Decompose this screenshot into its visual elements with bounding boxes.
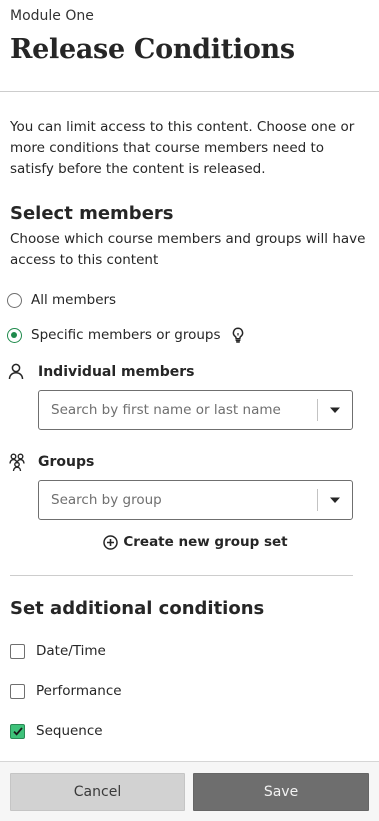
conditions-list: Date/Time Performance Sequence [10,641,369,741]
individual-members-search[interactable]: Search by first name or last name [38,390,353,430]
select-members-heading: Select members [10,203,174,224]
section-divider [10,575,353,576]
cancel-button[interactable]: Cancel [10,772,185,811]
condition-label: Sequence [36,723,103,739]
individual-members-label: Individual members [38,364,195,380]
select-members-description: Choose which course members and groups w… [10,231,366,268]
groups-search[interactable]: Search by group [38,480,353,520]
panel-header: Module One Release Conditions [0,0,379,92]
groups-search-placeholder[interactable]: Search by group [39,492,317,508]
radio-all-members[interactable]: All members [7,290,369,310]
individual-members-search-placeholder[interactable]: Search by first name or last name [39,402,317,418]
create-group-set-button[interactable]: Create new group set [38,532,353,552]
groups-label: Groups [38,454,95,470]
checkbox[interactable] [10,683,25,699]
radio-specific-members[interactable]: Specific members or groups [7,325,369,345]
module-name: Module One [10,8,94,24]
group-icon [8,452,28,472]
checkbox-checked[interactable] [10,723,25,739]
radio-button-selected[interactable] [7,327,22,343]
condition-sequence[interactable]: Sequence [10,721,369,741]
condition-datetime[interactable]: Date/Time [10,641,369,661]
checkmark-icon [12,726,23,736]
person-icon [8,362,28,382]
intro-text: You can limit access to this content. Ch… [10,119,355,177]
panel-footer: Cancel Save [0,761,379,821]
lightbulb-icon[interactable] [231,327,245,343]
condition-performance[interactable]: Performance [10,681,369,701]
condition-label: Date/Time [36,643,106,659]
save-button[interactable]: Save [193,772,369,811]
additional-conditions-heading: Set additional conditions [10,598,265,619]
individual-members-group: Individual members Search by first name … [8,361,369,430]
radio-label: Specific members or groups [31,327,221,343]
caret-down-icon[interactable] [318,481,352,519]
radio-label: All members [31,292,117,308]
create-group-set-label: Create new group set [123,534,288,550]
caret-down-icon[interactable] [318,391,352,429]
groups-group: Groups Search by group [8,451,369,520]
condition-label: Performance [36,683,122,699]
page-title: Release Conditions [10,34,295,65]
plus-circle-icon [103,534,119,550]
radio-button[interactable] [7,292,22,308]
panel-content: You can limit access to this content. Ch… [0,117,379,741]
checkbox[interactable] [10,643,25,659]
